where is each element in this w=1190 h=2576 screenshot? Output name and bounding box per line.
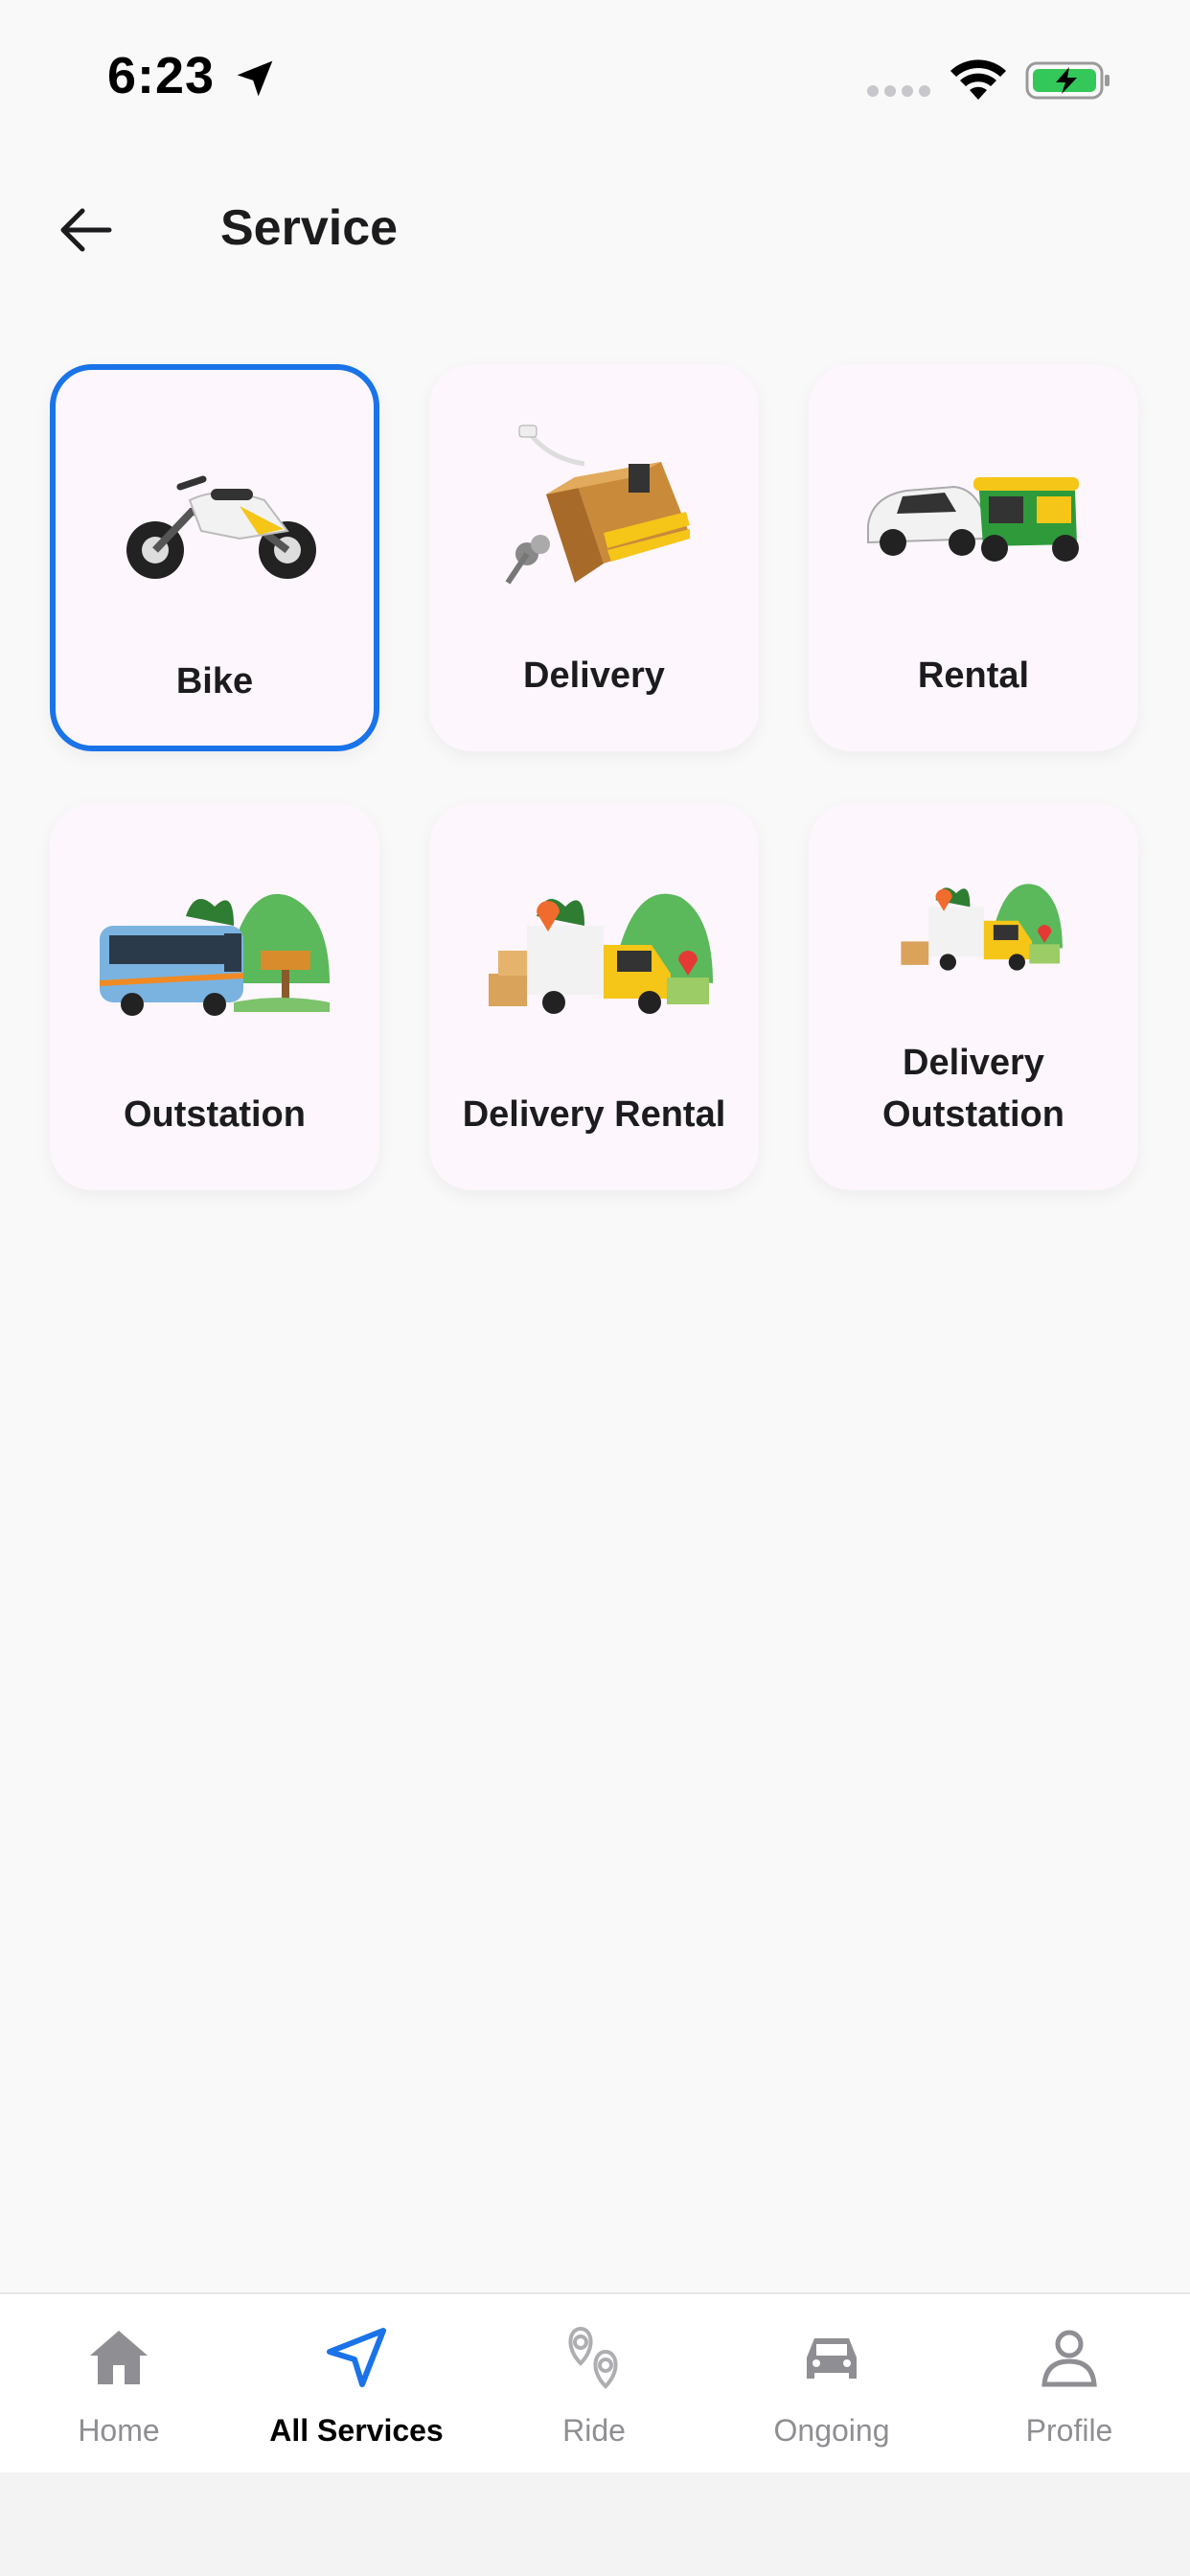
map-pins-icon bbox=[568, 2326, 618, 2389]
tab-profile[interactable]: Profile bbox=[950, 2294, 1188, 2474]
home-indicator-area bbox=[0, 2472, 1190, 2576]
service-label: Bike bbox=[175, 661, 254, 702]
tab-label: Ride bbox=[562, 2413, 626, 2448]
service-label-line2: Outstation bbox=[882, 1094, 1064, 1135]
delivery-truck-small-icon bbox=[901, 884, 1063, 971]
parcel-delivery-icon bbox=[505, 425, 690, 585]
service-label: Outstation bbox=[124, 1094, 306, 1135]
bus-scenery-icon bbox=[99, 893, 330, 1016]
motorbike-icon bbox=[126, 475, 316, 579]
navigation-arrow-icon bbox=[327, 2328, 386, 2387]
service-label: Rental bbox=[917, 656, 1030, 696]
tab-ride[interactable]: Ride bbox=[475, 2294, 713, 2474]
wifi-icon bbox=[950, 59, 1006, 100]
person-icon bbox=[1041, 2330, 1097, 2387]
service-card-rental[interactable]: Rental bbox=[809, 364, 1138, 751]
service-card-delivery-outstation[interactable]: Delivery Outstation bbox=[809, 803, 1138, 1190]
location-arrow-icon bbox=[237, 60, 273, 97]
service-card-outstation[interactable]: Outstation bbox=[50, 803, 379, 1190]
service-label-line1: Delivery bbox=[903, 1043, 1044, 1083]
cellular-signal-icon bbox=[867, 85, 930, 97]
delivery-truck-scenery-icon bbox=[489, 893, 713, 1014]
car-icon bbox=[807, 2338, 857, 2379]
battery-charging-icon bbox=[1025, 61, 1110, 100]
header: Service bbox=[0, 182, 1190, 278]
status-time: 6:23 bbox=[107, 47, 216, 104]
car-and-auto-rickshaw-icon bbox=[867, 477, 1079, 562]
tab-label: Profile bbox=[1025, 2413, 1113, 2448]
tab-label: All Services bbox=[269, 2413, 444, 2448]
bottom-tab-bar: Home All Services Ride Ongoing Profile bbox=[0, 2292, 1190, 2472]
service-label: Delivery bbox=[523, 656, 665, 696]
tab-all-services[interactable]: All Services bbox=[238, 2294, 475, 2474]
page-title: Service bbox=[220, 200, 399, 256]
status-bar: 6:23 bbox=[0, 0, 1190, 153]
service-card-delivery[interactable]: Delivery bbox=[429, 364, 759, 751]
tab-home[interactable]: Home bbox=[0, 2294, 238, 2474]
service-card-bike[interactable]: Bike bbox=[50, 364, 379, 751]
service-label: Delivery Outstation bbox=[809, 1037, 1138, 1140]
home-icon bbox=[90, 2331, 148, 2384]
service-label: Delivery Rental bbox=[462, 1094, 726, 1135]
back-arrow-icon[interactable] bbox=[54, 199, 119, 261]
service-card-delivery-rental[interactable]: Delivery Rental bbox=[429, 803, 759, 1190]
tab-label: Home bbox=[78, 2413, 160, 2448]
tab-label: Ongoing bbox=[773, 2413, 890, 2448]
tab-ongoing[interactable]: Ongoing bbox=[713, 2294, 950, 2474]
